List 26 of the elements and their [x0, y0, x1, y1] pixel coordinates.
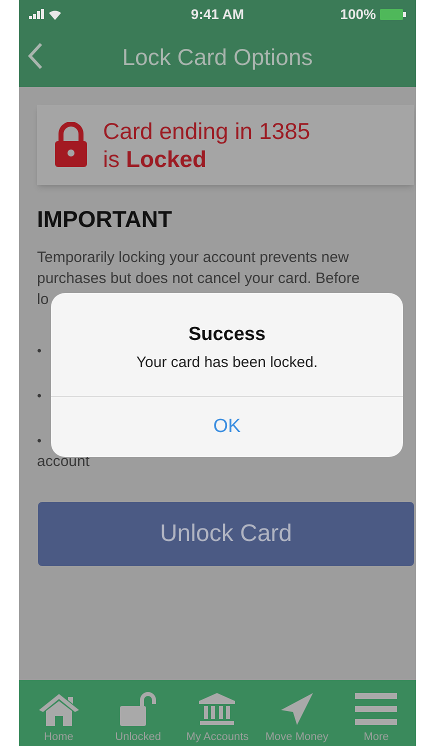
bank-icon	[197, 692, 238, 726]
house-icon	[36, 692, 81, 726]
padlock-icon	[53, 122, 89, 168]
status-time: 9:41 AM	[190, 4, 244, 24]
tab-item[interactable]: Home	[20, 692, 97, 744]
unlock-card-button[interactable]: Unlock Card	[38, 502, 414, 566]
tab-item[interactable]: My Accounts	[179, 692, 256, 744]
dialog-title: Success	[188, 323, 266, 347]
tab-item[interactable]: Move Money	[258, 692, 335, 744]
bullet-mark: •	[37, 342, 42, 360]
screen-title: Lock Card Options	[122, 43, 313, 72]
bullet-mark: •	[37, 387, 42, 405]
signal-icon	[29, 9, 45, 19]
tab-item[interactable]: More	[338, 692, 414, 744]
battery-percent: 100%	[340, 4, 376, 24]
tab-item[interactable]: Unlocked	[100, 692, 176, 744]
back-button[interactable]	[27, 42, 43, 70]
battery-icon	[380, 8, 406, 20]
paragraph-fragment: lo	[37, 290, 49, 310]
back-icon	[27, 42, 43, 70]
wifi-icon	[48, 8, 62, 20]
menu-icon	[355, 692, 398, 726]
lock-status-text: Card ending in 1385 is Locked	[103, 117, 310, 173]
bullet-mark: •	[37, 432, 42, 450]
dialog-message: Your card has been locked.	[136, 352, 318, 372]
important-heading: IMPORTANT	[37, 205, 174, 233]
